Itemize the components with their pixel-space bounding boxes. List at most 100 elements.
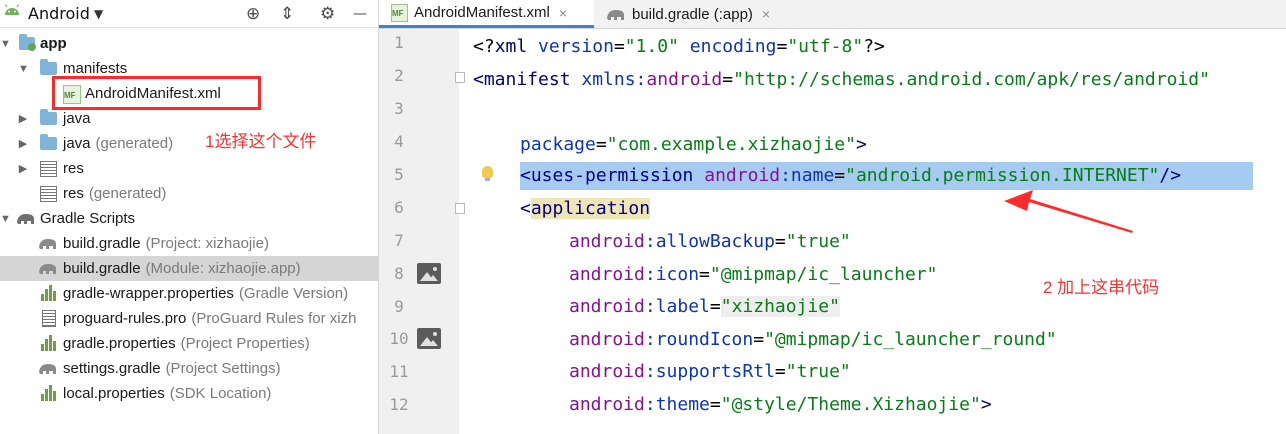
gradle-elephant-icon <box>607 9 624 20</box>
chevron-down-icon[interactable]: ▼ <box>94 0 103 27</box>
resources-folder-icon <box>40 161 57 177</box>
minimize-icon[interactable]: — <box>353 0 367 27</box>
properties-file-icon <box>41 385 57 401</box>
tree-item-label: settings.gradle (Project Settings) <box>63 360 281 377</box>
tree-item-gradle-scripts[interactable]: ▼ Gradle Scripts <box>0 206 378 231</box>
tree-item-label: AndroidManifest.xml <box>85 85 221 102</box>
generated-folder-icon <box>40 134 57 150</box>
line-number: 7 <box>394 231 404 250</box>
close-icon[interactable]: × <box>762 6 770 22</box>
folder-icon <box>40 109 57 125</box>
code-line-11: android:supportsRtl="true" <box>569 361 851 382</box>
tree-item-hint: (Gradle Version) <box>238 285 349 302</box>
code-line-5: <uses-permission android:name="android.p… <box>520 165 1182 186</box>
tree-item-res[interactable]: ▶ res <box>0 156 378 181</box>
manifest-file-icon: MF <box>63 85 81 104</box>
tree-item-settings-gradle[interactable]: settings.gradle (Project Settings) <box>0 356 378 381</box>
tab-label: AndroidManifest.xml <box>414 4 550 21</box>
gradle-elephant-icon <box>17 214 34 224</box>
tree-item-label: build.gradle (Module: xizhaojie.app) <box>63 260 301 277</box>
line-number: 1 <box>394 33 404 52</box>
tree-item-build-gradle-project[interactable]: build.gradle (Project: xizhaojie) <box>0 231 378 256</box>
code-line-9: android:label="xizhaojie" <box>569 296 840 317</box>
chevron-down-icon[interactable]: ▼ <box>0 213 11 225</box>
tree-item-androidmanifest[interactable]: MF AndroidManifest.xml <box>0 81 378 106</box>
tree-item-app[interactable]: ▼ app <box>0 31 378 56</box>
tree-item-hint: (Project Settings) <box>165 360 281 377</box>
tree-item-label: manifests <box>63 60 128 77</box>
mf-badge: MF <box>64 91 76 100</box>
tree-item-local-properties[interactable]: local.properties (SDK Location) <box>0 381 378 406</box>
tab-label: build.gradle (:app) <box>632 5 753 23</box>
line-number: 5 <box>394 165 404 184</box>
tree-item-java-generated[interactable]: ▶ java (generated) <box>0 131 378 156</box>
line-number: 12 <box>389 395 409 414</box>
image-icon[interactable] <box>417 263 441 284</box>
manifest-file-icon: MF <box>391 3 408 22</box>
chevron-right-icon[interactable]: ▶ <box>18 137 28 150</box>
tree-item-hint: (generated) <box>88 185 167 202</box>
line-number: 9 <box>394 297 404 316</box>
editor-gutter: 1 2 3 4 5 6 7 8 9 10 11 12 <box>379 29 465 434</box>
folder-icon <box>40 59 57 75</box>
line-number: 2 <box>394 66 404 85</box>
annotation-step2: 2 加上这串代码 <box>1043 278 1160 297</box>
tree-item-label: proguard-rules.pro (ProGuard Rules for xi… <box>63 310 357 327</box>
fold-icon[interactable] <box>455 203 465 214</box>
code-line-10: android:roundIcon="@mipmap/ic_launcher_r… <box>569 329 1057 350</box>
tree-item-label: gradle-wrapper.properties (Gradle Version… <box>63 285 349 302</box>
code-line-8: android:icon="@mipmap/ic_launcher" <box>569 264 938 285</box>
tree-item-hint: (Project: xizhaojie) <box>145 235 269 252</box>
line-number: 10 <box>389 329 409 348</box>
tree-item-hint: (SDK Location) <box>169 385 272 402</box>
code-line-6: <application <box>520 198 651 219</box>
tree-item-manifests[interactable]: ▼ manifests <box>0 56 378 81</box>
code-area[interactable]: <?xml version="1.0" encoding="utf-8"?> <… <box>473 29 1286 434</box>
project-view-title[interactable]: Android <box>28 0 90 27</box>
tree-item-java[interactable]: ▶ java <box>0 106 378 131</box>
code-line-7: android:allowBackup="true" <box>569 231 851 252</box>
tree-item-build-gradle-module[interactable]: build.gradle (Module: xizhaojie.app) <box>0 256 378 281</box>
tree-item-label: local.properties (SDK Location) <box>63 385 272 402</box>
tab-build-gradle-app[interactable]: build.gradle (:app) × <box>606 0 770 28</box>
line-number: 6 <box>394 198 404 217</box>
tree-item-res-generated[interactable]: res (generated) <box>0 181 378 206</box>
editor-tab-bar: MF AndroidManifest.xml × build.gradle (:… <box>379 0 1286 29</box>
gear-icon[interactable]: ⚙ <box>320 0 335 27</box>
project-panel-header: Android ▼ ⊕ ⇕ ⚙ — <box>0 0 378 28</box>
tree-item-gradle-wrapper-properties[interactable]: gradle-wrapper.properties (Gradle Version… <box>0 281 378 306</box>
tree-item-label: gradle.properties (Project Properties) <box>63 335 310 352</box>
tree-item-proguard-rules[interactable]: proguard-rules.pro (ProGuard Rules for xi… <box>0 306 378 331</box>
module-folder-icon <box>19 34 36 51</box>
tree-item-label: app <box>40 35 67 52</box>
bulb-icon[interactable] <box>482 166 493 181</box>
tree-item-label: Gradle Scripts <box>40 210 136 227</box>
locate-target-icon[interactable]: ⊕ <box>246 0 260 27</box>
text-file-icon <box>42 310 56 327</box>
tab-androidmanifest[interactable]: MF AndroidManifest.xml × <box>379 0 594 28</box>
tree-item-label: java <box>63 110 91 127</box>
tree-item-hint: (generated) <box>95 135 174 152</box>
code-editor: MF AndroidManifest.xml × build.gradle (:… <box>379 0 1286 434</box>
image-icon[interactable] <box>417 328 441 349</box>
resources-folder-icon <box>40 186 57 202</box>
chevron-down-icon[interactable]: ▼ <box>18 63 29 75</box>
chevron-right-icon[interactable]: ▶ <box>18 112 28 125</box>
properties-file-icon <box>41 285 57 301</box>
code-line-2: <manifest xmlns:android="http://schemas.… <box>473 69 1210 90</box>
project-panel: Android ▼ ⊕ ⇕ ⚙ — ▼ app ▼ manifests MF A… <box>0 0 379 434</box>
code-line-4: package="com.example.xizhaojie"> <box>520 134 867 155</box>
collapse-all-icon[interactable]: ⇕ <box>280 0 294 27</box>
mf-badge: MF <box>392 8 404 18</box>
fold-icon[interactable] <box>455 72 465 83</box>
chevron-down-icon[interactable]: ▼ <box>0 38 11 50</box>
close-icon[interactable]: × <box>559 5 567 21</box>
tree-item-label: res <box>63 160 84 177</box>
annotation-step1: 1选择这个文件 <box>205 132 317 151</box>
tree-item-hint: (ProGuard Rules for xizh <box>191 310 357 327</box>
android-icon <box>4 4 20 15</box>
chevron-right-icon[interactable]: ▶ <box>18 162 28 175</box>
tree-item-gradle-properties[interactable]: gradle.properties (Project Properties) <box>0 331 378 356</box>
line-number: 3 <box>394 99 404 118</box>
properties-file-icon <box>41 335 57 351</box>
